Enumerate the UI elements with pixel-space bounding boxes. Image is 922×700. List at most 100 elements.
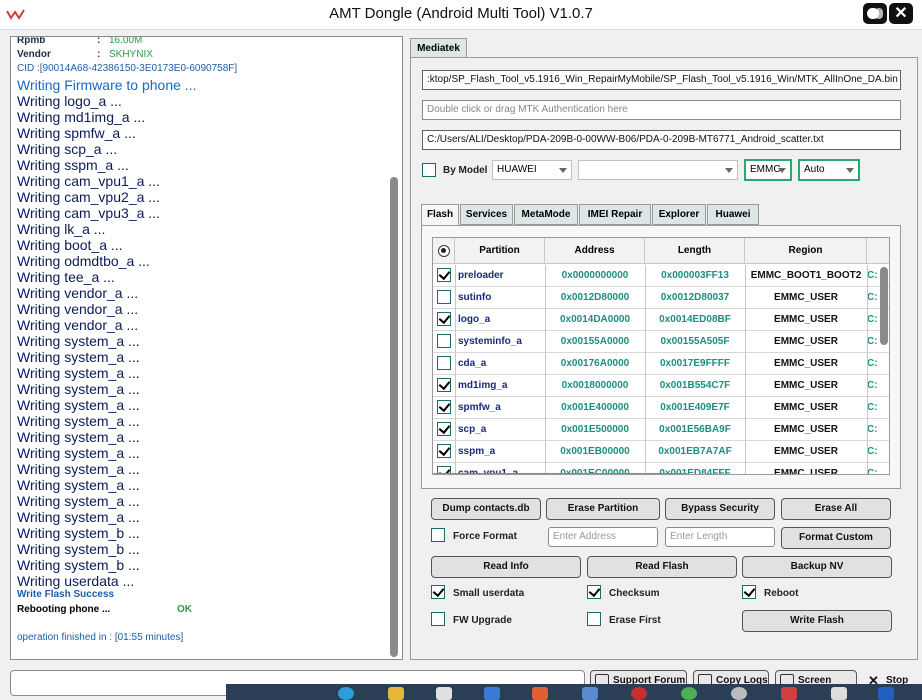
log-reboot-status: OK	[177, 604, 192, 615]
partition-checkbox[interactable]	[437, 444, 451, 458]
chevron-down-icon	[725, 168, 733, 173]
media-icon[interactable]	[631, 687, 647, 700]
table-row[interactable]: spmfw_a 0x001E400000 0x001E409E7F EMMC_USER…	[433, 397, 889, 419]
word-icon[interactable]	[878, 687, 894, 700]
grid-line	[745, 375, 746, 397]
grid-line	[545, 375, 546, 397]
tab-metamode[interactable]: MetaMode	[514, 204, 578, 225]
column-header-address[interactable]: Address	[545, 238, 645, 264]
store-icon[interactable]	[436, 687, 452, 700]
log-scrollbar-thumb[interactable]	[390, 177, 398, 657]
length-input[interactable]: Enter Length	[665, 527, 775, 547]
close-button[interactable]: ✕	[889, 3, 913, 24]
settings-gear-icon[interactable]	[731, 687, 747, 700]
auth-file-path[interactable]: Double click or drag MTK Authentication …	[422, 100, 901, 120]
partition-table-scrollbar-thumb[interactable]	[880, 267, 888, 345]
partition-checkbox[interactable]	[437, 290, 451, 304]
log-writing-line: Writing system_a ...	[17, 429, 140, 445]
table-row[interactable]: scp_a 0x001E500000 0x001E56BA9F EMMC_USER C:	[433, 419, 889, 441]
document-icon[interactable]	[831, 687, 847, 700]
read-info-button[interactable]: Read Info	[431, 556, 581, 578]
partition-table-scrollbar[interactable]	[879, 265, 889, 474]
table-row[interactable]: md1img_a 0x0018000000 0x001B554C7F EMMC_USE…	[433, 375, 889, 397]
tab-imei-repair[interactable]: IMEI Repair	[579, 204, 651, 225]
partition-extra: C:	[867, 336, 878, 347]
amt-app-icon[interactable]	[781, 687, 797, 700]
partition-checkbox[interactable]	[437, 312, 451, 326]
storage-select[interactable]: EMMC	[744, 159, 792, 181]
partition-address: 0x001E500000	[561, 424, 629, 435]
window-title: AMT Dongle (Android Multi Tool) V1.0.7	[329, 5, 593, 22]
scatter-file-path[interactable]: C:/Users/ALI/Desktop/PDA-209B-0-00WW-B06…	[422, 130, 901, 150]
file-explorer-icon[interactable]	[388, 687, 404, 700]
partition-table[interactable]: Partition Address Length Region preloade…	[432, 237, 890, 475]
reboot-checkbox[interactable]	[742, 585, 756, 599]
mail-icon[interactable]	[484, 687, 500, 700]
partition-address: 0x0012D80000	[560, 292, 630, 303]
partition-checkbox[interactable]	[437, 334, 451, 348]
select-all-header[interactable]	[433, 238, 455, 264]
da-file-path[interactable]: :ktop/SP_Flash_Tool_v5.1916_Win_RepairMy…	[422, 70, 901, 90]
log-panel[interactable]: Rpmb : 16.00M Vendor : SKHYNIX CID :[900…	[10, 36, 403, 660]
log-key: Rpmb	[17, 36, 46, 46]
app-icon[interactable]	[582, 687, 598, 700]
log-writing-line: Writing cam_vpu3_a ...	[17, 205, 160, 221]
table-row[interactable]: preloader 0x0000000000 0x000003FF13 EMMC_BO…	[433, 265, 889, 287]
force-format-checkbox[interactable]	[431, 528, 445, 542]
column-header-length[interactable]: Length	[645, 238, 745, 264]
grid-line	[745, 287, 746, 309]
log-scrollbar[interactable]	[390, 41, 398, 657]
edge-browser-icon[interactable]	[338, 687, 354, 700]
address-input[interactable]: Enter Address	[548, 527, 658, 547]
column-header-partition[interactable]: Partition	[455, 238, 545, 264]
bypass-security-button[interactable]: Bypass Security	[665, 498, 775, 520]
tab-explorer[interactable]: Explorer	[652, 204, 706, 225]
table-row[interactable]: logo_a 0x0014DA0000 0x0014ED08BF EMMC_USER C…	[433, 309, 889, 331]
partition-checkbox[interactable]	[437, 400, 451, 414]
grid-line	[867, 309, 868, 331]
partition-name: spmfw_a	[458, 402, 501, 413]
model-select[interactable]	[578, 160, 738, 180]
toggle-knob-secondary-icon	[875, 8, 883, 19]
table-row[interactable]: sspm_a 0x001EB00000 0x001EB7A7AF EMMC_USER C…	[433, 441, 889, 463]
partition-checkbox[interactable]	[437, 378, 451, 392]
write-flash-button[interactable]: Write Flash	[742, 610, 892, 632]
erase-partition-button[interactable]: Erase Partition	[546, 498, 660, 520]
backup-nv-button[interactable]: Backup NV	[742, 556, 892, 578]
log-kv-vendor: Vendor : SKHYNIX	[17, 49, 387, 63]
select-all-radio-icon[interactable]	[438, 245, 450, 257]
grid-line	[867, 397, 868, 419]
table-row[interactable]: systeminfo_a 0x00155A0000 0x00155A505F EMMC…	[433, 331, 889, 353]
partition-checkbox[interactable]	[437, 356, 451, 370]
partition-table-hscrollbar-thumb[interactable]	[433, 473, 688, 474]
format-custom-button[interactable]: Format Custom	[781, 527, 891, 549]
partition-region: EMMC_USER	[774, 402, 838, 413]
theme-toggle-button[interactable]	[863, 3, 887, 24]
erase-first-checkbox[interactable]	[587, 612, 601, 626]
by-model-checkbox[interactable]	[422, 163, 436, 177]
chrome-icon[interactable]	[681, 687, 697, 700]
dump-contacts-button[interactable]: Dump contacts.db	[431, 498, 541, 520]
partition-checkbox[interactable]	[437, 268, 451, 282]
firefox-icon[interactable]	[532, 687, 548, 700]
tab-flash[interactable]: Flash	[421, 204, 459, 226]
read-flash-button[interactable]: Read Flash	[587, 556, 737, 578]
tab-huawei[interactable]: Huawei	[707, 204, 759, 225]
mode-select[interactable]: Auto	[798, 159, 860, 181]
log-success-line: Write Flash Success	[17, 589, 115, 600]
small-userdata-label: Small userdata	[453, 588, 525, 599]
partition-table-hscrollbar[interactable]	[433, 473, 889, 474]
grid-line	[645, 353, 646, 375]
small-userdata-checkbox[interactable]	[431, 585, 445, 599]
brand-select[interactable]: HUAWEI	[492, 160, 572, 180]
column-header-region[interactable]: Region	[745, 238, 867, 264]
checksum-checkbox[interactable]	[587, 585, 601, 599]
partition-checkbox[interactable]	[437, 422, 451, 436]
table-row[interactable]: cda_a 0x00176A0000 0x0017E9FFFF EMMC_USER C:	[433, 353, 889, 375]
reboot-label: Reboot	[764, 588, 799, 599]
erase-all-button[interactable]: Erase All	[781, 498, 891, 520]
table-row[interactable]: sutinfo 0x0012D80000 0x0012D80037 EMMC_USER…	[433, 287, 889, 309]
tab-mediatek[interactable]: Mediatek	[410, 38, 467, 58]
fw-upgrade-checkbox[interactable]	[431, 612, 445, 626]
tab-services[interactable]: Services	[460, 204, 513, 225]
